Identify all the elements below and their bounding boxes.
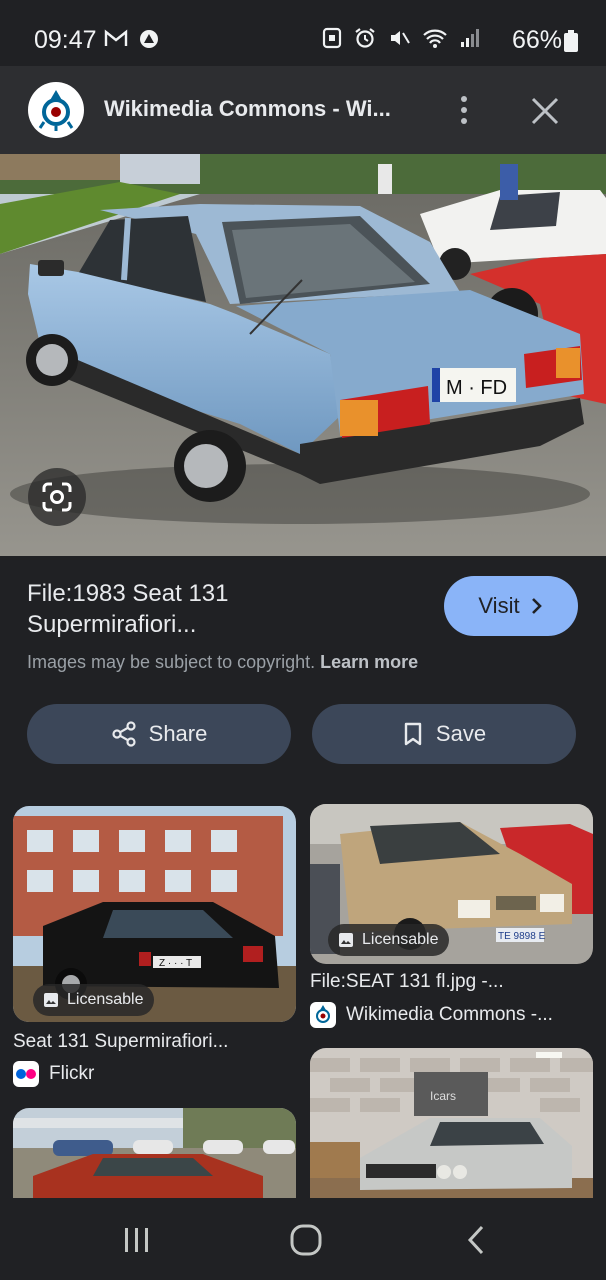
image-icon <box>44 993 58 1007</box>
signal-icon <box>461 29 479 47</box>
google-lens-icon[interactable] <box>28 468 86 526</box>
close-icon[interactable] <box>528 94 562 128</box>
battery-icon <box>564 30 578 52</box>
learn-more-link[interactable]: Learn more <box>320 652 418 672</box>
share-label: Share <box>148 721 208 746</box>
license-plate-text: M · FD <box>446 377 507 399</box>
battery-text: 66% <box>511 26 562 54</box>
share-icon <box>112 721 136 747</box>
share-button[interactable]: Share <box>27 704 291 764</box>
badge-label: Licensable <box>362 931 439 948</box>
home-icon[interactable] <box>286 1220 326 1260</box>
licensable-badge: Licensable <box>328 924 449 956</box>
copyright-text: Images may be subject to copyright. <box>27 652 316 672</box>
gmail-icon <box>104 29 128 46</box>
main-result-image[interactable]: M · FD <box>0 154 606 556</box>
visit-label: Visit <box>478 593 520 618</box>
status-time: 09:47 <box>34 26 97 54</box>
mute-icon <box>391 31 410 45</box>
related-source-2-label: Wikimedia Commons -... <box>346 1004 553 1025</box>
related-2-plate: TE 9898 E <box>498 931 546 942</box>
related-source-2[interactable]: Wikimedia Commons -... <box>310 1002 553 1028</box>
save-button[interactable]: Save <box>312 704 576 764</box>
page-title: Wikimedia Commons - Wi... <box>104 96 391 121</box>
bookmark-icon <box>404 722 422 746</box>
nfc-icon <box>322 27 342 49</box>
result-title-line1: File:1983 Seat 131 <box>27 580 229 607</box>
save-label: Save <box>435 721 487 746</box>
wikimedia-commons-icon <box>310 1002 336 1028</box>
related-image-3[interactable] <box>13 1108 296 1200</box>
system-nav-bar <box>0 1198 606 1280</box>
related-source-1-label: Flickr <box>49 1063 95 1084</box>
image-icon <box>339 933 353 947</box>
browser-header: Wikimedia Commons - Wi... <box>0 66 606 154</box>
back-icon[interactable] <box>456 1220 496 1260</box>
wikimedia-commons-logo-icon <box>28 82 84 138</box>
result-title[interactable]: File:1983 Seat 131 Supermirafiori... <box>27 578 427 640</box>
licensable-badge: Licensable <box>33 984 154 1016</box>
recent-apps-icon[interactable] <box>117 1220 157 1260</box>
related-image-1[interactable]: Z · · · T Licensable <box>13 806 296 1022</box>
flickr-icon <box>13 1061 39 1087</box>
app-notification-icon <box>140 30 158 48</box>
more-vert-icon[interactable] <box>452 90 476 130</box>
related-4-sign: Icars <box>430 1089 456 1103</box>
alarm-icon <box>355 28 375 48</box>
visit-button[interactable]: Visit <box>444 576 578 636</box>
badge-label: Licensable <box>67 991 144 1008</box>
related-title-2[interactable]: File:SEAT 131 fl.jpg -... <box>310 971 504 993</box>
status-bar: 09:47 66% <box>0 0 606 66</box>
chevron-right-icon <box>531 598 542 614</box>
status-left-icons <box>104 28 160 50</box>
wifi-icon <box>423 29 447 48</box>
related-image-4[interactable]: Icars <box>310 1048 593 1200</box>
status-right-icons <box>322 27 480 49</box>
related-image-2[interactable]: TE 9898 E Licensable <box>310 804 593 964</box>
related-1-plate: Z · · · T <box>159 958 192 969</box>
copyright-notice: Images may be subject to copyright. Lear… <box>27 652 418 673</box>
related-title-1[interactable]: Seat 131 Supermirafiori... <box>13 1031 228 1053</box>
result-title-line2: Supermirafiori... <box>27 611 197 638</box>
battery-level: 66% <box>512 26 562 55</box>
related-source-1[interactable]: Flickr <box>13 1061 94 1087</box>
